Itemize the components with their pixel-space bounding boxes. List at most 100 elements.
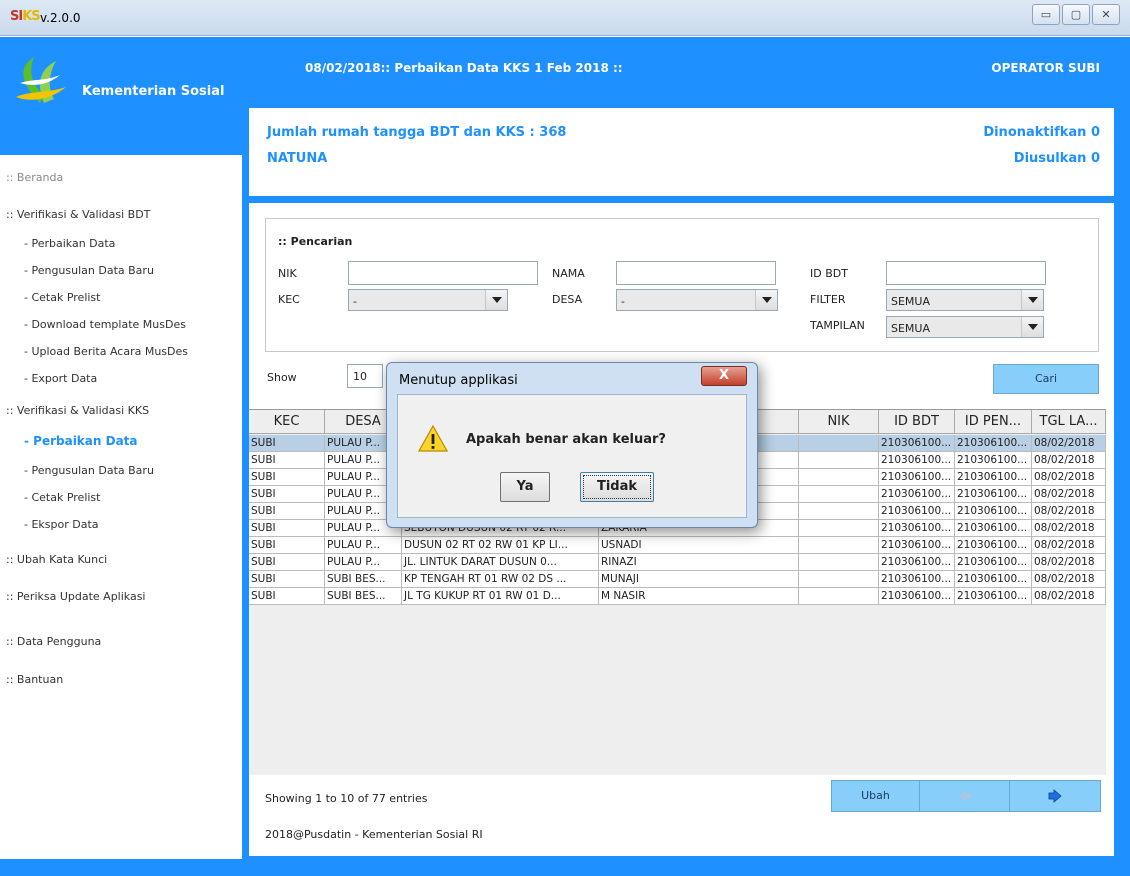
idbdt-input[interactable]	[886, 261, 1046, 285]
cell-tgl: 08/02/2018	[1032, 452, 1106, 469]
cell-kec: SUBI	[249, 537, 325, 554]
minimize-button[interactable]: ▭	[1032, 4, 1060, 25]
menu-ubah-kata-kunci[interactable]: :: Ubah Kata Kunci	[6, 553, 107, 566]
ubah-button[interactable]: Ubah	[832, 781, 920, 811]
cell-nama: MUNAJI	[599, 571, 799, 588]
dialog-close-button[interactable]: X	[701, 366, 747, 386]
cell-idpen: 210306100...	[955, 588, 1032, 605]
close-button[interactable]: ✕	[1092, 4, 1120, 25]
cell-idpen: 210306100...	[955, 571, 1032, 588]
menu-periksa-update[interactable]: :: Periksa Update Aplikasi	[6, 590, 146, 603]
cell-kec: SUBI	[249, 469, 325, 486]
prev-page-button[interactable]	[920, 781, 1010, 811]
nama-input[interactable]	[616, 261, 776, 285]
col-idpen[interactable]: ID PEN...	[955, 410, 1032, 434]
col-nik[interactable]: NIK	[799, 410, 879, 434]
table-row[interactable]: SUBI PULAU P... DUSUN 02 RT 02 RW 01 KP LI…	[249, 537, 1106, 554]
menu-bdt-cetak-prelist[interactable]: - Cetak Prelist	[24, 291, 100, 304]
menu-kks-perbaikan-data[interactable]: - Perbaikan Data	[24, 434, 138, 448]
menu-vv-kks[interactable]: :: Verifikasi & Validasi KKS	[6, 404, 149, 417]
idbdt-label: ID BDT	[810, 267, 848, 280]
cell-kec: SUBI	[249, 588, 325, 605]
cell-idbdt: 210306100...	[879, 588, 955, 605]
table-row[interactable]: SUBI PULAU P... JL. LINTUK DARAT DUSUN 0..…	[249, 554, 1106, 571]
show-entries-select[interactable]: 10	[347, 364, 383, 388]
cell-tgl: 08/02/2018	[1032, 435, 1106, 452]
show-label: Show	[267, 371, 297, 384]
desa-select[interactable]: -	[616, 289, 778, 311]
cell-kec: SUBI	[249, 435, 325, 452]
cell-idbdt: 210306100...	[879, 486, 955, 503]
tampilan-select-value: SEMUA	[891, 322, 930, 335]
cell-tgl: 08/02/2018	[1032, 537, 1106, 554]
kec-label: KEC	[278, 293, 300, 306]
cell-tgl: 08/02/2018	[1032, 554, 1106, 571]
menu-beranda[interactable]: :: Beranda	[6, 171, 63, 184]
cell-tgl: 08/02/2018	[1032, 588, 1106, 605]
cell-idpen: 210306100...	[955, 537, 1032, 554]
cell-nik	[799, 520, 879, 537]
chevron-down-icon[interactable]	[1021, 290, 1043, 310]
cell-kec: SUBI	[249, 503, 325, 520]
cell-kec: SUBI	[249, 486, 325, 503]
menu-bdt-upload-berita[interactable]: - Upload Berita Acara MusDes	[24, 345, 188, 358]
desa-select-value: -	[621, 295, 625, 308]
dialog-body: Apakah benar akan keluar? Ya Tidak	[397, 394, 747, 518]
cell-idbdt: 210306100...	[879, 537, 955, 554]
cell-desa: PULAU P...	[325, 537, 402, 554]
cell-kec: SUBI	[249, 520, 325, 537]
cell-kec: SUBI	[249, 554, 325, 571]
chevron-down-icon[interactable]	[1021, 317, 1043, 337]
kec-select[interactable]: -	[348, 289, 508, 311]
menu-bdt-perbaikan-data[interactable]: - Perbaikan Data	[24, 237, 115, 250]
cell-idbdt: 210306100...	[879, 435, 955, 452]
window-title: v.2.0.0	[40, 11, 81, 25]
next-page-button[interactable]	[1010, 781, 1100, 811]
tidak-button[interactable]: Tidak	[580, 472, 654, 502]
filter-select-value: SEMUA	[891, 295, 930, 308]
col-kec[interactable]: KEC	[249, 410, 325, 434]
cell-nik	[799, 486, 879, 503]
col-idbdt[interactable]: ID BDT	[879, 410, 955, 434]
chevron-down-icon[interactable]	[755, 290, 777, 310]
nama-label: NAMA	[552, 267, 585, 280]
cell-alamat: JL TG KUKUP RT 01 RW 01 D...	[402, 588, 599, 605]
cell-desa: SUBI BES...	[325, 571, 402, 588]
table-row[interactable]: SUBI SUBI BES... JL TG KUKUP RT 01 RW 01 D…	[249, 588, 1106, 605]
operator-label: OPERATOR SUBI	[991, 61, 1100, 75]
menu-kks-ekspor[interactable]: - Ekspor Data	[24, 518, 99, 531]
cell-idbdt: 210306100...	[879, 554, 955, 571]
cell-nik	[799, 537, 879, 554]
bottom-band	[0, 859, 1130, 876]
cell-alamat: KP TENGAH RT 01 RW 02 DS ...	[402, 571, 599, 588]
maximize-button[interactable]: ▢	[1062, 4, 1090, 25]
page-header: 08/02/2018:: Perbaikan Data KKS 1 Feb 20…	[249, 37, 1114, 101]
cell-nik	[799, 554, 879, 571]
cell-tgl: 08/02/2018	[1032, 571, 1106, 588]
chevron-down-icon[interactable]	[485, 290, 507, 310]
filter-select[interactable]: SEMUA	[886, 289, 1044, 311]
app-logo: SIKS	[10, 9, 41, 24]
cell-idbdt: 210306100...	[879, 469, 955, 486]
col-tgl[interactable]: TGL LA...	[1032, 410, 1106, 434]
menu-bdt-download-template[interactable]: - Download template MusDes	[24, 318, 186, 331]
menu-data-pengguna[interactable]: :: Data Pengguna	[6, 635, 101, 648]
cari-button[interactable]: Cari	[993, 364, 1099, 394]
search-panel: :: Pencarian NIK NAMA ID BDT KEC - DESA …	[265, 218, 1099, 352]
nik-input[interactable]	[348, 261, 538, 285]
menu-bdt-pengusulan[interactable]: - Pengusulan Data Baru	[24, 264, 154, 277]
cell-tgl: 08/02/2018	[1032, 469, 1106, 486]
menu-vv-bdt[interactable]: :: Verifikasi & Validasi BDT	[6, 208, 150, 221]
logo-block: Kementerian Sosial	[0, 37, 242, 155]
cell-tgl: 08/02/2018	[1032, 503, 1106, 520]
tampilan-select[interactable]: SEMUA	[886, 316, 1044, 338]
menu-bantuan[interactable]: :: Bantuan	[6, 673, 63, 686]
arrow-right-icon	[1048, 789, 1062, 803]
menu-kks-pengusulan[interactable]: - Pengusulan Data Baru	[24, 464, 154, 477]
table-row[interactable]: SUBI SUBI BES... KP TENGAH RT 01 RW 02 DS …	[249, 571, 1106, 588]
cell-idbdt: 210306100...	[879, 452, 955, 469]
copyright: 2018@Pusdatin - Kementerian Sosial RI	[265, 828, 483, 841]
ya-button[interactable]: Ya	[500, 472, 550, 502]
menu-bdt-export[interactable]: - Export Data	[24, 372, 97, 385]
menu-kks-cetak-prelist[interactable]: - Cetak Prelist	[24, 491, 100, 504]
